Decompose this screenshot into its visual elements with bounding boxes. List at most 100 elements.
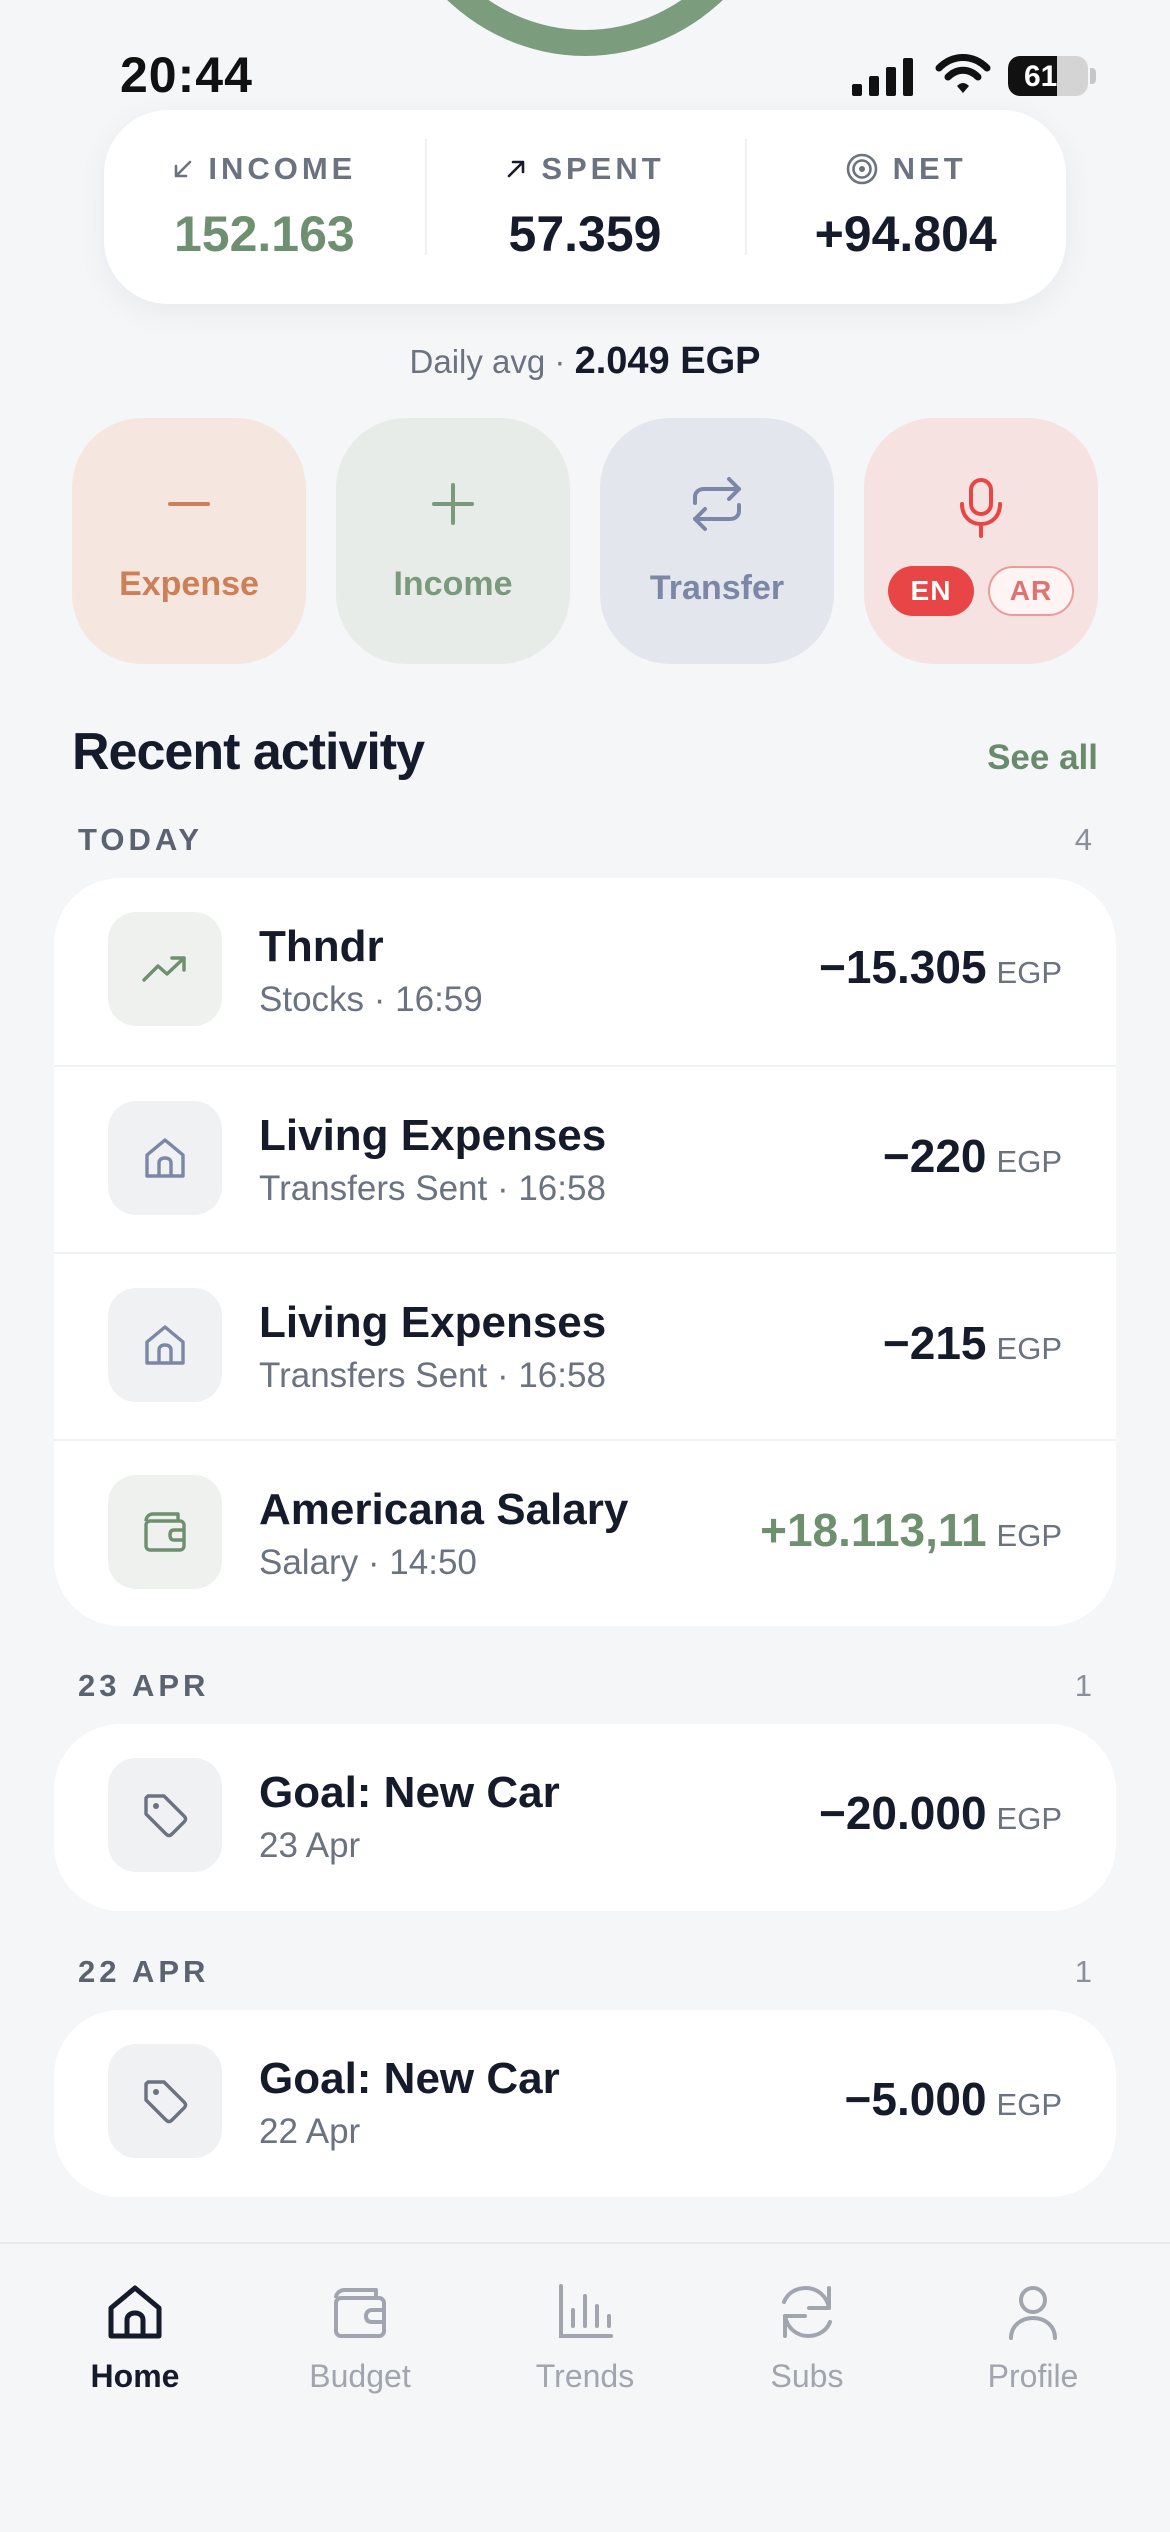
- tab-label: Profile: [987, 2358, 1079, 2394]
- home-icon: [108, 2285, 162, 2339]
- transaction-meta: Transfers Sent · 16:58: [259, 1356, 606, 1395]
- language-en-toggle[interactable]: EN: [888, 566, 974, 616]
- tag-icon: [144, 2080, 188, 2124]
- user-icon: [1009, 2286, 1057, 2340]
- income-action-label: Income: [393, 564, 513, 603]
- battery-level: 61: [1024, 60, 1058, 93]
- tab-home[interactable]: Home: [35, 2280, 235, 2395]
- transaction-meta: Salary · 14:50: [259, 1543, 477, 1582]
- home-icon: [145, 1138, 185, 1178]
- cellular-signal-icon: [852, 58, 913, 96]
- daily-average-label: Daily avg ·: [409, 343, 575, 380]
- transaction-name: Thndr: [259, 922, 384, 971]
- transaction-currency: EGP: [996, 2087, 1062, 2122]
- transaction-row[interactable]: Living Expenses Transfers Sent · 16:58 −…: [54, 1252, 1116, 1439]
- tab-budget[interactable]: Budget: [260, 2280, 460, 2395]
- transaction-group-today: Thndr Stocks · 16:59 −15.305 EGP Living …: [54, 878, 1116, 1626]
- wallet-icon: [334, 2288, 386, 2338]
- tab-trends[interactable]: Trends: [485, 2280, 685, 2395]
- transaction-amount: −5.000: [844, 2073, 987, 2125]
- tab-label: Trends: [535, 2358, 635, 2394]
- summary-spent[interactable]: SPENT 57.359: [424, 139, 746, 263]
- group-label: 22 APR: [78, 1954, 210, 1989]
- microphone-icon: [960, 478, 1002, 538]
- summary-income[interactable]: INCOME 152.163: [104, 151, 425, 263]
- transaction-group-23-apr: Goal: New Car 23 Apr −20.000 EGP: [54, 1724, 1116, 1911]
- transaction-amount: −215: [882, 1317, 987, 1369]
- home-icon: [145, 1325, 185, 1365]
- recent-activity-title: Recent activity: [72, 723, 425, 781]
- transaction-name: Living Expenses: [259, 1111, 607, 1160]
- transaction-name: Goal: New Car: [259, 1768, 560, 1817]
- language-ar-toggle[interactable]: AR: [988, 566, 1074, 616]
- expense-label: Expense: [119, 564, 259, 603]
- plus-icon: [432, 482, 474, 525]
- group-label: TODAY: [78, 822, 204, 857]
- daily-average-value: 2.049 EGP: [574, 340, 761, 382]
- transfer-icon: [693, 476, 741, 531]
- spent-value: 57.359: [508, 206, 662, 262]
- transaction-amount: −220: [882, 1130, 987, 1182]
- transaction-name: Living Expenses: [259, 1298, 607, 1347]
- bar-chart-icon: [559, 2284, 613, 2338]
- transaction-amount: −20.000: [818, 1787, 987, 1839]
- tab-subs[interactable]: Subs: [707, 2280, 907, 2395]
- transaction-amount: −15.305: [818, 941, 987, 993]
- transaction-currency: EGP: [996, 955, 1062, 990]
- transaction-name: Goal: New Car: [259, 2054, 560, 2103]
- income-value: 152.163: [173, 206, 355, 262]
- refresh-icon: [782, 2285, 832, 2339]
- battery-icon: 61: [1008, 56, 1088, 96]
- tab-label: Budget: [309, 2358, 411, 2394]
- group-header-23-apr: 23 APR 1: [78, 1668, 1092, 1704]
- net-value: +94.804: [814, 206, 997, 262]
- summary-card: INCOME 152.163 SPENT 57.359 NET +94.804: [104, 110, 1066, 304]
- transaction-row[interactable]: Goal: New Car 23 Apr −20.000 EGP: [54, 1724, 1116, 1911]
- arrow-down-left-icon: [175, 160, 192, 178]
- group-label: 23 APR: [78, 1668, 210, 1703]
- transfer-label: Transfer: [649, 568, 785, 607]
- minus-icon: [168, 501, 210, 506]
- transaction-currency: EGP: [996, 1801, 1062, 1836]
- group-count: 1: [1074, 1668, 1092, 1703]
- daily-average: Daily avg · 2.049 EGP: [0, 340, 1170, 383]
- add-income-button[interactable]: Income: [336, 418, 570, 664]
- add-transfer-button[interactable]: Transfer: [600, 418, 834, 664]
- group-count: 1: [1074, 1954, 1092, 1989]
- summary-net[interactable]: NET +94.804: [745, 139, 1066, 263]
- spent-label: SPENT: [541, 151, 665, 186]
- transaction-currency: EGP: [996, 1144, 1062, 1179]
- transaction-currency: EGP: [996, 1518, 1062, 1553]
- see-all-link[interactable]: See all: [987, 738, 1098, 778]
- net-label: NET: [892, 151, 967, 186]
- tab-label: Home: [90, 2358, 180, 2394]
- tag-icon: [144, 1794, 188, 1838]
- transaction-meta: 22 Apr: [259, 2112, 361, 2151]
- transaction-meta: 23 Apr: [259, 1826, 361, 1865]
- transaction-row[interactable]: Goal: New Car 22 Apr −5.000 EGP: [54, 2010, 1116, 2197]
- quick-actions: Expense Income Transfer EN AR: [72, 418, 1098, 664]
- transaction-name: Americana Salary: [259, 1485, 629, 1534]
- transaction-row[interactable]: Living Expenses Transfers Sent · 16:58 −…: [54, 1065, 1116, 1252]
- income-label: INCOME: [208, 151, 357, 186]
- transaction-row[interactable]: Thndr Stocks · 16:59 −15.305 EGP: [54, 878, 1116, 1065]
- target-icon: [846, 153, 877, 185]
- arrow-up-right-icon: [508, 160, 525, 178]
- transaction-meta: Stocks · 16:59: [259, 980, 483, 1019]
- trending-up-icon: [142, 956, 186, 982]
- wifi-icon: [935, 54, 991, 93]
- status-time: 20:44: [120, 47, 253, 103]
- wallet-icon: [144, 1512, 186, 1552]
- transaction-currency: EGP: [996, 1331, 1062, 1366]
- transaction-amount: +18.113,11: [760, 1504, 987, 1556]
- transaction-meta: Transfers Sent · 16:58: [259, 1169, 606, 1208]
- group-header-22-apr: 22 APR 1: [78, 1954, 1092, 1990]
- voice-entry-button[interactable]: EN AR: [864, 418, 1098, 664]
- tab-bar: Home Budget Trends Subs Profile: [0, 2242, 1170, 2532]
- group-count: 4: [1074, 822, 1092, 857]
- transaction-group-22-apr: Goal: New Car 22 Apr −5.000 EGP: [54, 2010, 1116, 2197]
- battery-nub: [1090, 68, 1096, 84]
- add-expense-button[interactable]: Expense: [72, 418, 306, 664]
- transaction-row[interactable]: Americana Salary Salary · 14:50 +18.113,…: [54, 1439, 1116, 1626]
- tab-profile[interactable]: Profile: [933, 2280, 1133, 2395]
